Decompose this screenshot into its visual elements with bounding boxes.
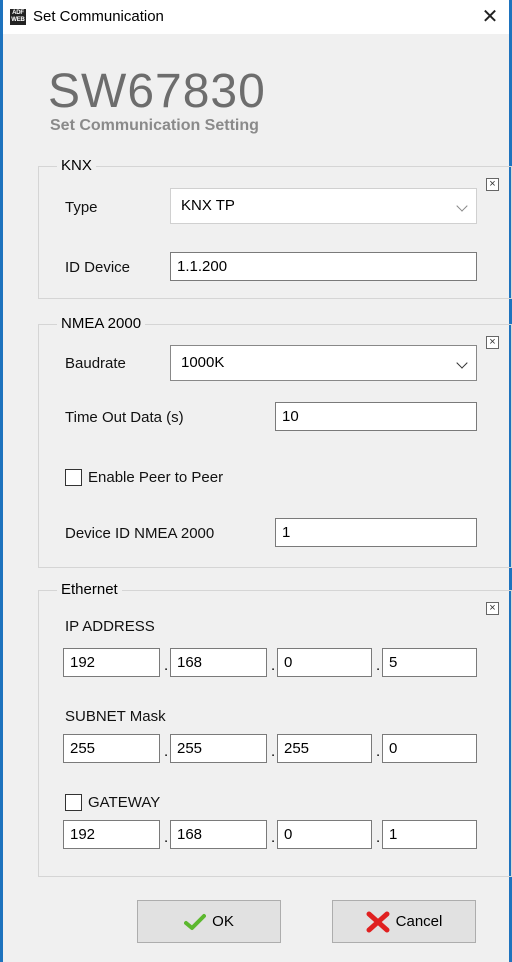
ip-address-label: IP ADDRESS [65, 618, 155, 635]
device-id-label: Device ID NMEA 2000 [65, 525, 215, 542]
ip-dot: . [164, 657, 169, 674]
gateway-dot: . [271, 829, 276, 846]
timeout-label: Time Out Data (s) [65, 409, 184, 426]
nmea-collapse-checkbox-icon[interactable]: × [486, 336, 499, 349]
gateway-octet-3[interactable]: 0 [277, 820, 372, 849]
ip-octet-4[interactable]: 5 [382, 648, 477, 677]
gateway-label[interactable]: GATEWAY [88, 794, 160, 811]
knx-group: KNX × Type KNX TP ID Device 1.1.200 [38, 157, 512, 299]
checkmark-icon [184, 913, 207, 930]
ethernet-collapse-checkbox-icon[interactable]: × [486, 602, 499, 615]
cancel-button-label: Cancel [395, 913, 443, 930]
title-bar: ADF WEB Set Communication ✕ [3, 0, 509, 34]
id-device-input[interactable]: 1.1.200 [170, 252, 477, 281]
gateway-dot: . [376, 829, 381, 846]
ok-button[interactable]: OK [137, 900, 281, 943]
type-select[interactable]: KNX TP [170, 188, 477, 224]
ip-dot: . [271, 657, 276, 674]
subnet-octet-2[interactable]: 255 [170, 734, 267, 763]
id-device-label: ID Device [65, 259, 131, 276]
device-id-input[interactable]: 1 [275, 518, 477, 547]
peer-to-peer-checkbox[interactable] [65, 469, 82, 486]
app-icon: ADF WEB [10, 9, 26, 25]
window-title: Set Communication [33, 8, 164, 25]
ip-octet-2[interactable]: 168 [170, 648, 267, 677]
baudrate-label: Baudrate [65, 355, 126, 372]
chevron-down-icon [456, 357, 468, 369]
cancel-button[interactable]: Cancel [332, 900, 476, 943]
nmea-group: NMEA 2000 × Baudrate 1000K Time Out Data… [38, 315, 512, 568]
ethernet-group: Ethernet × IP ADDRESS 192 . 168 . 0 . 5 … [38, 581, 512, 877]
chevron-down-icon [456, 200, 468, 212]
timeout-input[interactable]: 10 [275, 402, 477, 431]
subnet-dot: . [164, 743, 169, 760]
cancel-x-icon [366, 911, 390, 932]
ethernet-legend: Ethernet [57, 581, 122, 598]
dialog-body: SW67830 Set Communication Setting KNX × … [3, 34, 512, 962]
ok-button-label: OK [212, 913, 234, 930]
gateway-dot: . [164, 829, 169, 846]
gateway-octet-1[interactable]: 192 [63, 820, 160, 849]
model-name: SW67830 [48, 65, 266, 118]
subnet-dot: . [271, 743, 276, 760]
ip-dot: . [376, 657, 381, 674]
ip-octet-3[interactable]: 0 [277, 648, 372, 677]
ip-octet-1[interactable]: 192 [63, 648, 160, 677]
model-subtitle: Set Communication Setting [50, 117, 259, 134]
knx-legend: KNX [57, 157, 96, 174]
baudrate-select-value: 1000K [181, 354, 225, 371]
gateway-octet-4[interactable]: 1 [382, 820, 477, 849]
baudrate-select[interactable]: 1000K [170, 345, 477, 381]
subnet-octet-4[interactable]: 0 [382, 734, 477, 763]
gateway-octet-2[interactable]: 168 [170, 820, 267, 849]
type-label: Type [65, 199, 98, 216]
subnet-mask-label: SUBNET Mask [65, 708, 166, 725]
knx-collapse-checkbox-icon[interactable]: × [486, 178, 499, 191]
nmea-legend: NMEA 2000 [57, 315, 146, 332]
type-select-value: KNX TP [181, 197, 235, 214]
subnet-octet-1[interactable]: 255 [63, 734, 160, 763]
subnet-dot: . [376, 743, 381, 760]
subnet-octet-3[interactable]: 255 [277, 734, 372, 763]
close-icon[interactable]: ✕ [477, 4, 503, 30]
gateway-checkbox[interactable] [65, 794, 82, 811]
peer-to-peer-label[interactable]: Enable Peer to Peer [88, 469, 223, 486]
